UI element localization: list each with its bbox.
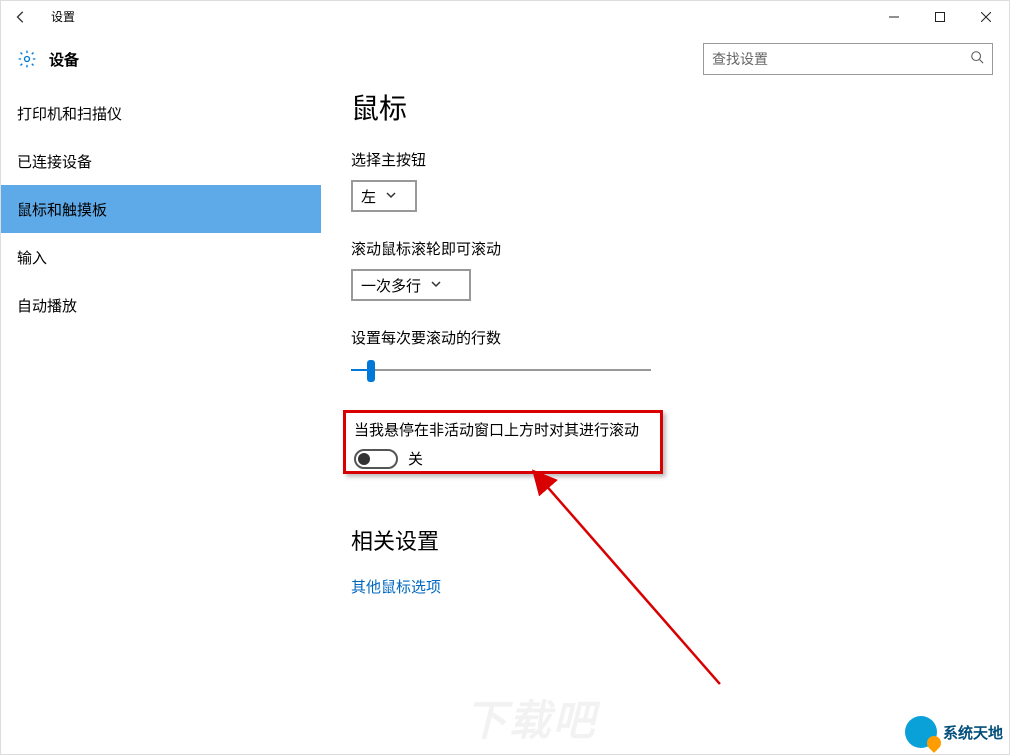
gear-icon [17, 49, 37, 69]
sidebar-item-mouse-touchpad[interactable]: 鼠标和触摸板 [1, 185, 321, 233]
slider-thumb[interactable] [367, 360, 375, 382]
lines-slider[interactable] [351, 358, 651, 386]
wheel-scroll-value: 一次多行 [361, 275, 421, 296]
other-mouse-options-link[interactable]: 其他鼠标选项 [351, 576, 1009, 597]
related-heading: 相关设置 [351, 524, 1009, 556]
sidebar-item-autoplay[interactable]: 自动播放 [1, 281, 321, 329]
primary-button-label: 选择主按钮 [351, 149, 1009, 170]
search-input[interactable]: 查找设置 [703, 43, 993, 75]
search-icon [970, 50, 984, 69]
maximize-button[interactable] [917, 1, 963, 33]
highlight-annotation: 当我悬停在非活动窗口上方时对其进行滚动 关 [343, 410, 663, 474]
inactive-hover-label: 当我悬停在非活动窗口上方时对其进行滚动 [354, 419, 652, 440]
titlebar: 设置 [1, 1, 1009, 33]
window-controls [871, 1, 1009, 33]
wheel-scroll-label: 滚动鼠标滚轮即可滚动 [351, 238, 1009, 259]
sidebar: 打印机和扫描仪 已连接设备 鼠标和触摸板 输入 自动播放 [1, 85, 321, 754]
search-placeholder: 查找设置 [712, 49, 970, 69]
primary-button-value: 左 [361, 186, 376, 207]
inactive-hover-value: 关 [408, 448, 423, 469]
minimize-button[interactable] [871, 1, 917, 33]
section-title: 设备 [49, 49, 79, 70]
lines-per-scroll-label: 设置每次要滚动的行数 [351, 327, 1009, 348]
wheel-scroll-dropdown[interactable]: 一次多行 [351, 269, 471, 301]
content: 鼠标 选择主按钮 左 滚动鼠标滚轮即可滚动 一次多行 设置每次要滚动的行数 当我… [321, 85, 1009, 754]
primary-button-dropdown[interactable]: 左 [351, 180, 417, 212]
globe-icon [905, 716, 937, 748]
page-title: 鼠标 [351, 87, 1009, 127]
close-button[interactable] [963, 1, 1009, 33]
window-title: 设置 [51, 8, 75, 25]
inactive-hover-toggle[interactable] [354, 449, 398, 469]
watermark-text: 系统天地 [943, 722, 1003, 743]
sidebar-item-typing[interactable]: 输入 [1, 233, 321, 281]
back-button[interactable] [1, 1, 41, 33]
chevron-down-icon [431, 276, 441, 294]
background-watermark: 下载吧 [465, 687, 597, 748]
chevron-down-icon [386, 187, 396, 205]
watermark: 系统天地 [905, 716, 1003, 748]
header: 设备 查找设置 [1, 33, 1009, 85]
sidebar-item-printers[interactable]: 打印机和扫描仪 [1, 89, 321, 137]
sidebar-item-connected-devices[interactable]: 已连接设备 [1, 137, 321, 185]
